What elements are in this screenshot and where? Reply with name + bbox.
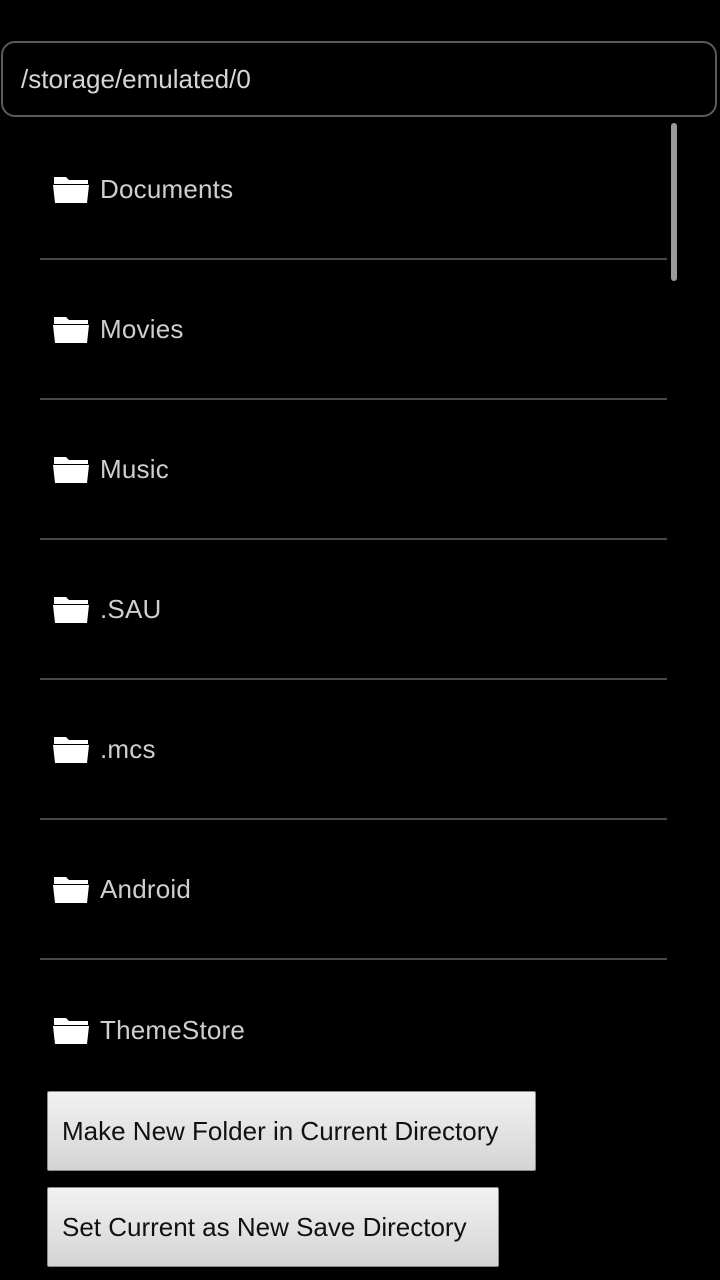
folder-icon — [53, 457, 89, 483]
make-new-folder-button[interactable]: Make New Folder in Current Directory — [47, 1091, 536, 1171]
folder-label: Documents — [100, 173, 234, 204]
folder-row-sau[interactable]: .SAU — [40, 540, 667, 680]
folder-row-music[interactable]: Music — [40, 400, 667, 540]
folder-icon — [53, 317, 89, 343]
folder-row-android[interactable]: Android — [40, 820, 667, 960]
folder-list[interactable]: Documents Movies Music .SAU .mcs Android… — [0, 120, 720, 1050]
set-save-directory-button[interactable]: Set Current as New Save Directory — [47, 1187, 499, 1267]
folder-icon — [53, 877, 89, 903]
list-scrollbar[interactable] — [671, 123, 677, 281]
folder-label: .SAU — [100, 593, 162, 624]
folder-label: .mcs — [100, 733, 156, 764]
folder-icon — [53, 597, 89, 623]
folder-row-movies[interactable]: Movies — [40, 260, 667, 400]
path-text: /storage/emulated/0 — [21, 63, 251, 94]
path-input[interactable]: /storage/emulated/0 — [1, 41, 717, 117]
folder-row-documents[interactable]: Documents — [40, 120, 667, 260]
folder-label: Android — [100, 873, 192, 904]
folder-icon — [53, 1018, 89, 1044]
folder-row-themestore[interactable]: ThemeStore — [40, 960, 667, 1050]
folder-row-mcs[interactable]: .mcs — [40, 680, 667, 820]
folder-label: Movies — [100, 313, 184, 344]
folder-label: ThemeStore — [100, 1014, 246, 1045]
folder-icon — [53, 177, 89, 203]
folder-icon — [53, 737, 89, 763]
folder-label: Music — [100, 453, 169, 484]
